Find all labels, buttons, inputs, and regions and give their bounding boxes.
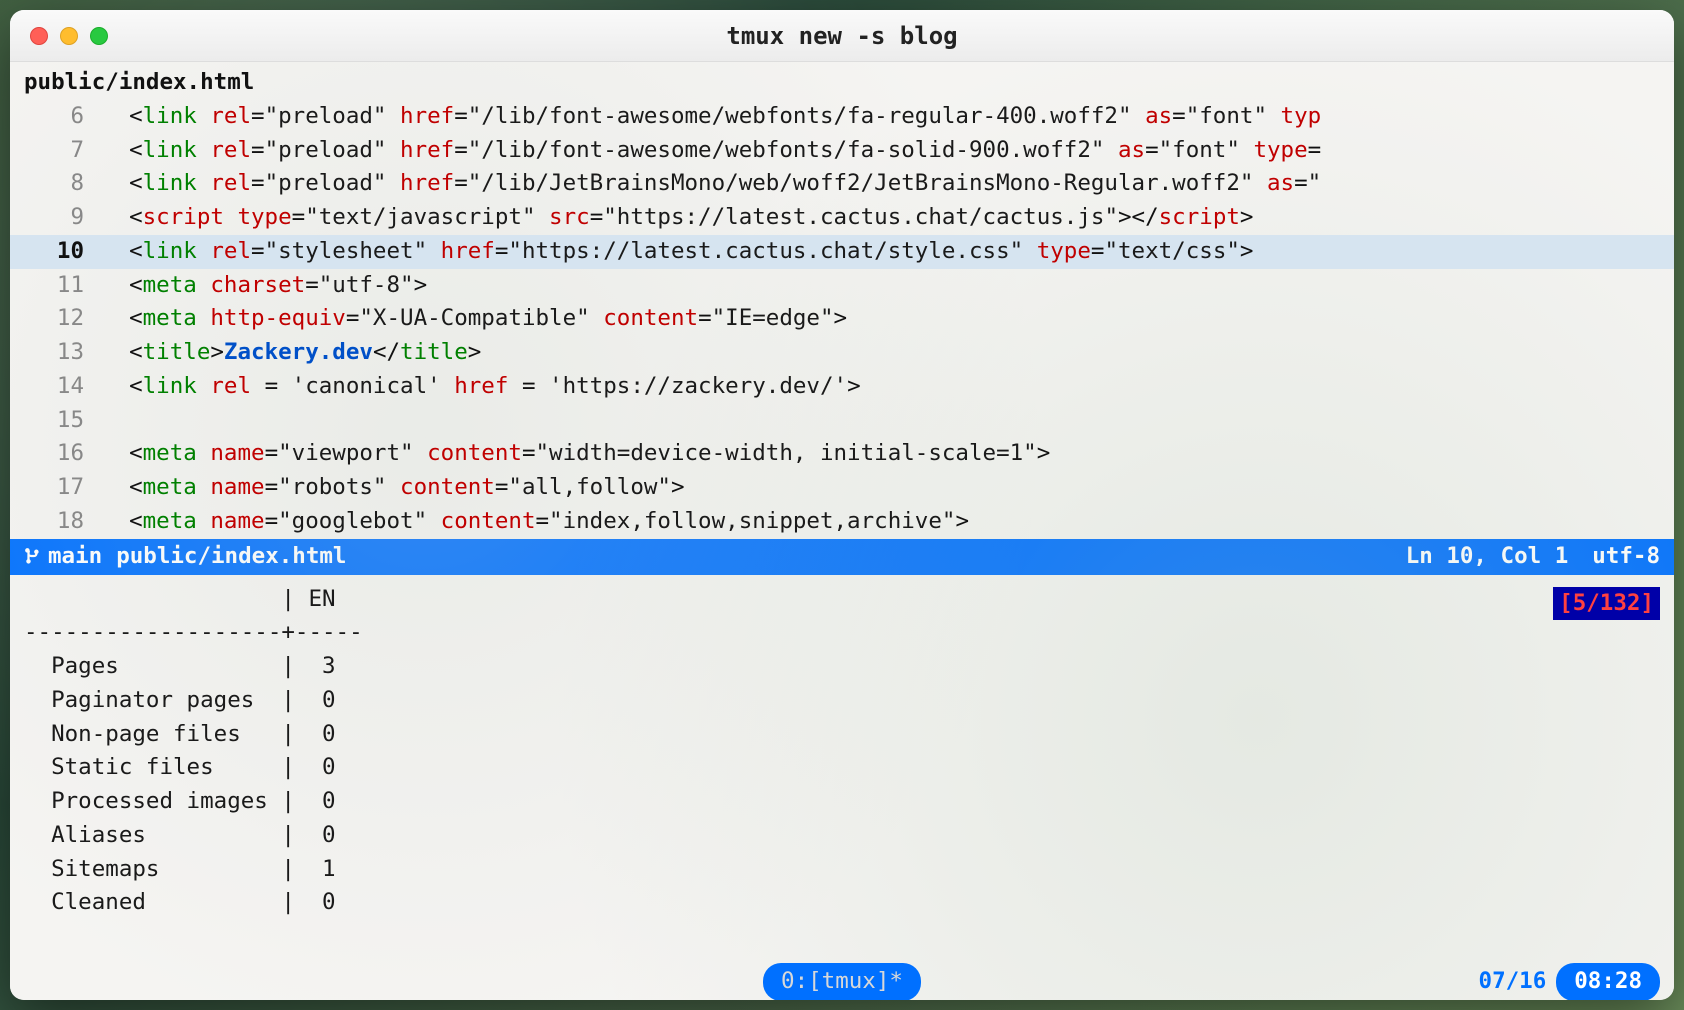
line-number: 17 [10,471,102,505]
code-line[interactable]: 7 <link rel="preload" href="/lib/font-aw… [10,134,1674,168]
line-number: 11 [10,269,102,303]
tmux-time: 08:28 [1556,963,1660,1000]
line-number: 8 [10,167,102,201]
tmux-date: 07/16 [1479,965,1547,999]
code-content[interactable]: <link rel="preload" href="/lib/font-awes… [102,134,1674,168]
line-number: 14 [10,370,102,404]
terminal-body[interactable]: public/index.html 6 <link rel="preload" … [10,62,1674,1000]
line-number: 16 [10,437,102,471]
code-line[interactable]: 17 <meta name="robots" content="all,foll… [10,471,1674,505]
search-count: [5/132] [1553,587,1660,621]
titlebar[interactable]: tmux new -s blog [10,10,1674,62]
editor-status-bar: main public/index.html Ln 10, Col 1 utf-… [10,539,1674,575]
line-number: 9 [10,201,102,235]
code-line[interactable]: 15 [10,404,1674,438]
code-content[interactable]: <meta name="robots" content="all,follow"… [102,471,1674,505]
code-line[interactable]: 13 <title>Zackery.dev</title> [10,336,1674,370]
lower-pane[interactable]: [5/132] | EN -------------------+----- P… [10,575,1674,965]
line-number: 7 [10,134,102,168]
git-branch-icon [24,540,42,574]
file-encoding: utf-8 [1592,540,1660,574]
tmux-window-pill[interactable]: 0:[tmux]* [763,963,921,1000]
code-line[interactable]: 10 <link rel="stylesheet" href="https://… [10,235,1674,269]
close-icon[interactable] [30,27,48,45]
code-content[interactable]: <link rel="stylesheet" href="https://lat… [102,235,1674,269]
line-number: 18 [10,505,102,539]
minimize-icon[interactable] [60,27,78,45]
code-line[interactable]: 12 <meta http-equiv="X-UA-Compatible" co… [10,302,1674,336]
branch-name: main [48,543,102,569]
code-line[interactable]: 8 <link rel="preload" href="/lib/JetBrai… [10,167,1674,201]
tmux-status-bar: 0:[tmux]* 07/16 08:28 [10,964,1674,1000]
window-title: tmux new -s blog [726,22,957,50]
cursor-position: Ln 10, Col 1 [1406,540,1569,574]
code-line[interactable]: 18 <meta name="googlebot" content="index… [10,505,1674,539]
maximize-icon[interactable] [90,27,108,45]
code-area[interactable]: 6 <link rel="preload" href="/lib/font-aw… [10,100,1674,539]
code-line[interactable]: 11 <meta charset="utf-8"> [10,269,1674,303]
code-line[interactable]: 16 <meta name="viewport" content="width=… [10,437,1674,471]
terminal-window: tmux new -s blog public/index.html 6 <li… [10,10,1674,1000]
build-output-table: | EN -------------------+----- Pages | 3… [24,583,1660,921]
code-content[interactable]: <title>Zackery.dev</title> [102,336,1674,370]
code-content[interactable]: <meta name="viewport" content="width=dev… [102,437,1674,471]
line-number: 10 [10,235,102,269]
code-line[interactable]: 14 <link rel = 'canonical' href = 'https… [10,370,1674,404]
code-line[interactable]: 9 <script type="text/javascript" src="ht… [10,201,1674,235]
code-content[interactable]: <meta http-equiv="X-UA-Compatible" conte… [102,302,1674,336]
code-line[interactable]: 6 <link rel="preload" href="/lib/font-aw… [10,100,1674,134]
traffic-lights [30,27,108,45]
editor-file-path: public/index.html [10,62,1674,100]
code-content[interactable]: <meta name="googlebot" content="index,fo… [102,505,1674,539]
code-content[interactable]: <link rel="preload" href="/lib/font-awes… [102,100,1674,134]
code-content[interactable] [102,404,1674,438]
code-content[interactable]: <link rel = 'canonical' href = 'https://… [102,370,1674,404]
branch-indicator: main [24,540,102,574]
code-content[interactable]: <link rel="preload" href="/lib/JetBrains… [102,167,1674,201]
line-number: 6 [10,100,102,134]
line-number: 13 [10,336,102,370]
status-file: public/index.html [116,540,346,574]
code-content[interactable]: <script type="text/javascript" src="http… [102,201,1674,235]
line-number: 15 [10,404,102,438]
code-content[interactable]: <meta charset="utf-8"> [102,269,1674,303]
tmux-status-right: 07/16 08:28 [1479,963,1660,1000]
line-number: 12 [10,302,102,336]
